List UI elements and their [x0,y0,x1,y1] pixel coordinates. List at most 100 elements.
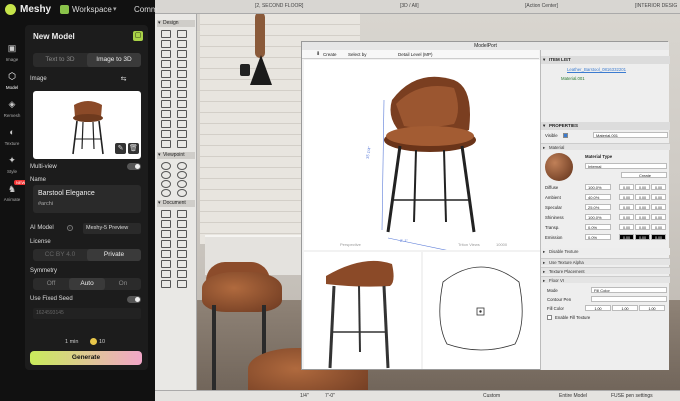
info-icon[interactable]: i [67,225,73,231]
toolbox-viewpoint-header[interactable]: Viewpoint [157,152,195,159]
style-icon[interactable]: ✦ [4,155,20,166]
create-button[interactable]: Create [323,52,337,57]
workspace-menu[interactable]: Workspace [72,5,112,14]
color-swatch[interactable]: 0.00 [619,204,634,210]
material-section[interactable]: Material [541,143,670,151]
color-swatch[interactable]: 0.00 [651,204,666,210]
document-tool-icon[interactable] [161,260,171,268]
document-tool-icon[interactable] [161,270,171,278]
animate-icon[interactable]: ♞ [4,184,20,195]
color-swatch[interactable]: 0.00 [651,184,666,190]
design-tool-icon[interactable] [177,110,187,118]
item-material[interactable]: Material.001 [561,76,585,81]
color-swatch[interactable]: 0.00 [635,234,650,240]
design-tool-icon[interactable] [161,110,171,118]
design-tool-icon[interactable] [177,70,187,78]
material-name-field[interactable]: Material.001 [593,132,668,138]
design-tool-icon[interactable] [177,120,187,128]
design-tool-icon[interactable] [161,50,171,58]
remesh-icon[interactable]: ◈ [4,99,20,110]
symmetry-off[interactable]: Off [33,278,69,290]
color-swatch[interactable]: 0.00 [619,184,634,190]
pen-settings[interactable]: FUSE pen settings [611,393,653,399]
multiview-toggle[interactable] [127,163,141,170]
fill-r[interactable]: 1.00 [585,305,611,311]
document-tool-icon[interactable] [177,270,187,278]
document-tool-icon[interactable] [161,250,171,258]
license-private[interactable]: Private [87,249,141,261]
floor-vi-section[interactable]: Floor VI [541,276,670,284]
cube-icon[interactable]: ⬡ [4,71,20,82]
design-tool-icon[interactable] [177,30,187,38]
document-tool-icon[interactable] [177,260,187,268]
viewpoint-tool-icon[interactable] [177,189,187,197]
edit-image-icon[interactable]: ✎ [115,143,126,154]
interior-crumb[interactable]: [INTERIOR DESIG [635,3,677,9]
tag-value[interactable]: #archi [38,201,53,207]
rail-label-model[interactable]: Model [0,85,24,90]
texture-icon[interactable]: ◐ [4,127,20,137]
viewpoint-tool-icon[interactable] [161,171,171,179]
design-tool-icon[interactable] [161,70,171,78]
document-tool-icon[interactable] [161,240,171,248]
detail-level-label[interactable]: Detail Level (MP) [398,52,433,57]
disable-texture[interactable]: Disable Texture [541,248,670,255]
name-field[interactable]: Barstool Elegance #archi [33,185,141,213]
design-tool-icon[interactable] [177,60,187,68]
design-tool-icon[interactable] [161,80,171,88]
enable-fill-texture-checkbox[interactable] [547,315,552,320]
document-tool-icon[interactable] [161,210,171,218]
document-tool-icon[interactable] [161,220,171,228]
design-tool-icon[interactable] [161,130,171,138]
ai-model-select[interactable]: Meshy-5 Preview [83,223,141,234]
color-swatch[interactable]: 0.00 [651,224,666,230]
viewpoint-tool-icon[interactable] [161,162,171,170]
design-tool-icon[interactable] [177,130,187,138]
prop-value[interactable]: 0.0% [585,224,611,230]
model-dropdown[interactable]: Entire Model [559,393,587,399]
document-tool-icon[interactable] [177,220,187,228]
create-icon[interactable]: ⬇ [316,51,320,57]
select-by-label[interactable]: Select by [348,52,367,57]
color-swatch[interactable]: 0.00 [619,234,634,240]
prop-value[interactable]: 25.0% [585,204,611,210]
material-type-select[interactable]: Internal [585,163,667,169]
delete-image-icon[interactable]: 🗑 [128,143,139,154]
design-tool-icon[interactable] [161,120,171,128]
design-tool-icon[interactable] [161,60,171,68]
zoom-scale[interactable]: 1/4" [300,393,309,399]
swap-icon[interactable]: ⇆ [118,74,129,85]
viewpoint-tool-icon[interactable] [177,171,187,179]
color-swatch[interactable]: 0.00 [651,214,666,220]
rail-label-texture[interactable]: Texture [0,141,24,146]
design-tool-icon[interactable] [161,100,171,108]
design-tool-icon[interactable] [161,90,171,98]
color-swatch[interactable]: 0.00 [635,224,650,230]
viewpoint-tool-icon[interactable] [177,162,187,170]
viewpoint-tool-icon[interactable] [161,189,171,197]
color-swatch[interactable]: 0.00 [635,204,650,210]
design-tool-icon[interactable] [161,140,171,148]
rail-label-remesh[interactable]: Remesh [0,113,24,118]
color-swatch[interactable]: 0.00 [619,214,634,220]
color-swatch[interactable]: 0.00 [635,214,650,220]
item-name[interactable]: Leather_Barstool_0816332201 [567,67,626,72]
name-value[interactable]: Barstool Elegance [38,190,95,197]
generate-button[interactable]: Generate [30,351,142,365]
design-tool-icon[interactable] [161,30,171,38]
fill-b[interactable]: 1.00 [639,305,665,311]
prop-value[interactable]: 100.0% [585,214,611,220]
use-texture-alpha[interactable]: Use Texture Alpha [541,258,670,266]
top-plan-viewport[interactable] [423,252,540,369]
prop-value[interactable]: 0.0% [585,234,611,240]
size-readout[interactable]: 7'-0" [325,393,335,399]
rail-label-style[interactable]: Style [0,169,24,174]
item-list-header[interactable]: ITEM LIST [541,56,670,64]
fill-g[interactable]: 1.00 [612,305,638,311]
color-swatch[interactable]: 0.00 [619,224,634,230]
document-tool-icon[interactable] [177,230,187,238]
color-swatch[interactable]: 0.00 [651,194,666,200]
document-tool-icon[interactable] [177,210,187,218]
image-upload-preview[interactable]: ✎ 🗑 [33,91,141,159]
viewpoint-tool-icon[interactable] [161,180,171,188]
